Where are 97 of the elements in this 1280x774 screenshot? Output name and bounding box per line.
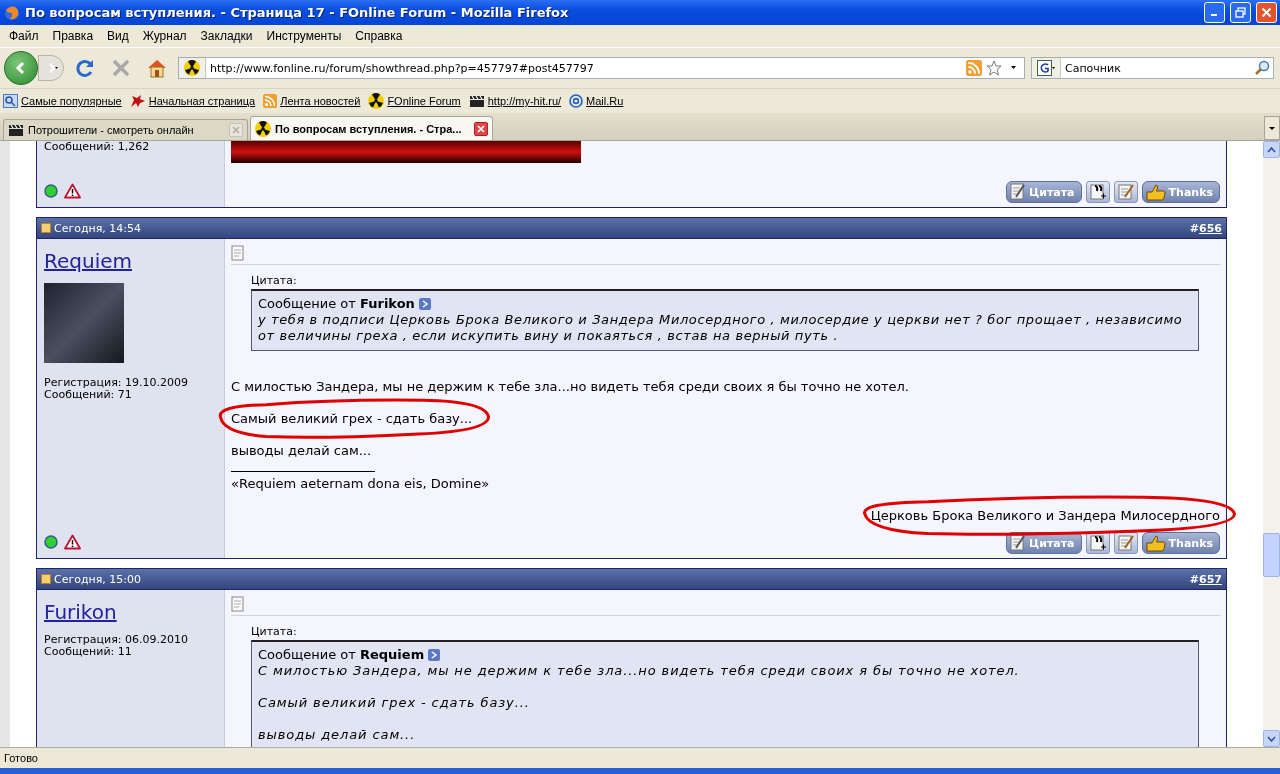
- close-icon: [232, 126, 240, 134]
- edit-button[interactable]: [1113, 532, 1138, 554]
- signature-text: «Requiem aeternam dona eis, Domine»: [231, 476, 490, 492]
- bookmark-item[interactable]: Mail.Ru: [569, 94, 624, 108]
- quote-plus-icon: [1088, 534, 1107, 552]
- post-date: Сегодня, 15:00: [54, 572, 143, 586]
- thumbs-up-icon: [1144, 183, 1167, 201]
- address-bar[interactable]: http://www.fonline.ru/forum/showthread.php?p=457797#post457797: [178, 57, 1025, 79]
- pencil-paper-icon: [1116, 183, 1135, 201]
- message-count: Сообщений: 71: [44, 389, 133, 401]
- multiquote-button[interactable]: [1085, 532, 1110, 554]
- caret-icon: [1268, 125, 1276, 131]
- tab-close-button[interactable]: [474, 121, 488, 136]
- quote-author: Сообщение от Furikon: [258, 296, 415, 312]
- post-text: Самый великий грех - сдать базу...: [231, 411, 473, 427]
- post-icon: [41, 574, 51, 584]
- search-icon[interactable]: [1254, 60, 1270, 76]
- window-title: По вопросам вступления. - Страница 17 - FOnline Forum - Mozilla Firefox: [25, 5, 570, 20]
- scroll-up-button[interactable]: [1263, 141, 1280, 158]
- post-number-link[interactable]: #657: [1189, 572, 1222, 586]
- minimize-button[interactable]: [1204, 2, 1225, 23]
- bookmark-item[interactable]: Лента новостей: [263, 94, 361, 108]
- scroll-down-button[interactable]: [1263, 730, 1280, 747]
- bookmark-item[interactable]: Начальная страница: [129, 94, 256, 108]
- scroll-thumb[interactable]: [1263, 533, 1280, 577]
- menu-item[interactable]: Инструменты: [259, 29, 349, 43]
- forward-arrow-icon: [46, 62, 58, 74]
- radiation-icon: [255, 120, 271, 137]
- stop-icon: [111, 58, 131, 78]
- pencil-paper-icon: [1009, 183, 1028, 201]
- quote-text: С милостью Зандера, мы не держим к тебе зла...но видеть тебя среди своих я бы точно не хотел.: [258, 663, 1021, 679]
- caret-icon: [1267, 146, 1276, 153]
- quote-text: Самый великий грех - сдать базу...: [258, 695, 531, 711]
- close-icon: [477, 124, 485, 133]
- status-text: Готово: [4, 752, 38, 764]
- browser-tab[interactable]: Потрошители - смотреть онлайн: [3, 119, 248, 140]
- search-input[interactable]: Сапочник: [1065, 61, 1250, 75]
- post-text: С милостью Зандера, мы не держим к тебе зла...но видеть тебя среди своих я бы точно не хотел.: [231, 379, 909, 395]
- post-icon: [41, 223, 51, 233]
- caret-icon: [1267, 735, 1276, 742]
- post-text: выводы делай сам...: [231, 443, 372, 459]
- document-icon: [231, 596, 245, 612]
- search-icon: [3, 94, 18, 108]
- close-button[interactable]: [1256, 2, 1277, 23]
- signature-text: Церковь Брока Великого и Зандера Милосердного: [870, 508, 1220, 524]
- menu-item[interactable]: Вид: [100, 29, 136, 43]
- go-to-post-icon[interactable]: [428, 649, 441, 661]
- reload-icon: [74, 57, 96, 79]
- online-status-icon: [44, 535, 58, 549]
- go-to-post-icon[interactable]: [418, 298, 431, 310]
- report-icon[interactable]: [64, 534, 81, 550]
- edit-button[interactable]: [1113, 181, 1138, 203]
- bookmark-item[interactable]: http://my-hit.ru/: [468, 94, 562, 108]
- clapperboard-icon: [8, 123, 24, 137]
- home-icon: [146, 58, 168, 78]
- restore-icon: [1235, 7, 1246, 18]
- tab-list-button[interactable]: [1264, 116, 1280, 140]
- registration-date: Регистрация: 19.10.2009: [44, 377, 189, 389]
- close-icon: [1261, 7, 1272, 18]
- message-count: Сообщений: 1,262: [44, 141, 151, 153]
- multiquote-button[interactable]: [1085, 181, 1110, 203]
- radiation-icon: [184, 60, 200, 76]
- document-icon: [231, 245, 245, 261]
- browser-logo-icon: [4, 4, 20, 21]
- bookmark-item[interactable]: Самые популярные: [3, 94, 122, 108]
- quote-author: Сообщение от Requiem: [258, 647, 425, 663]
- thumbs-up-icon: [1144, 534, 1167, 552]
- bookmark-item[interactable]: FOnline Forum: [368, 93, 461, 109]
- message-count: Сообщений: 11: [44, 646, 133, 658]
- menu-item[interactable]: Закладки: [193, 29, 260, 43]
- rss-icon: [263, 94, 278, 108]
- menu-item[interactable]: Файл: [2, 29, 46, 43]
- radiation-icon: [368, 93, 385, 109]
- post-number-link[interactable]: #656: [1189, 221, 1222, 235]
- back-button[interactable]: [4, 51, 38, 85]
- quote-label: Цитата:: [251, 274, 298, 287]
- address-input[interactable]: http://www.fonline.ru/forum/showthread.php?p=457797#post457797: [210, 61, 962, 75]
- menu-item[interactable]: Справка: [348, 29, 410, 43]
- post-date: Сегодня, 14:54: [54, 221, 143, 235]
- quote-text: у тебя в подписи Церковь Брока Великого и Зандера Милосердного , милосердие у церкви нет ? бог прощает , независимо от величины греха , если искупить вину и покаяться , встав на верный путь .: [258, 312, 1184, 344]
- quote-plus-icon: [1088, 183, 1107, 201]
- report-icon[interactable]: [64, 183, 81, 199]
- search-engine-icon: [1037, 60, 1055, 76]
- online-status-icon: [44, 184, 58, 198]
- registration-date: Регистрация: 06.09.2010: [44, 634, 189, 646]
- search-bar[interactable]: Сапочник: [1031, 57, 1274, 79]
- menu-item[interactable]: Правка: [45, 29, 101, 43]
- menu-item[interactable]: Журнал: [135, 29, 194, 43]
- author-link[interactable]: Requiem: [44, 249, 224, 273]
- quote-text: выводы делай сам...: [258, 727, 417, 743]
- quote-label: Цитата:: [251, 625, 298, 638]
- clapperboard-icon: [468, 94, 485, 108]
- pencil-paper-icon: [1116, 534, 1135, 552]
- star-icon[interactable]: [986, 60, 1002, 76]
- restore-button[interactable]: [1230, 2, 1251, 23]
- author-link[interactable]: Furikon: [44, 600, 224, 624]
- browser-tab[interactable]: По вопросам вступления. - Стра...: [250, 116, 493, 140]
